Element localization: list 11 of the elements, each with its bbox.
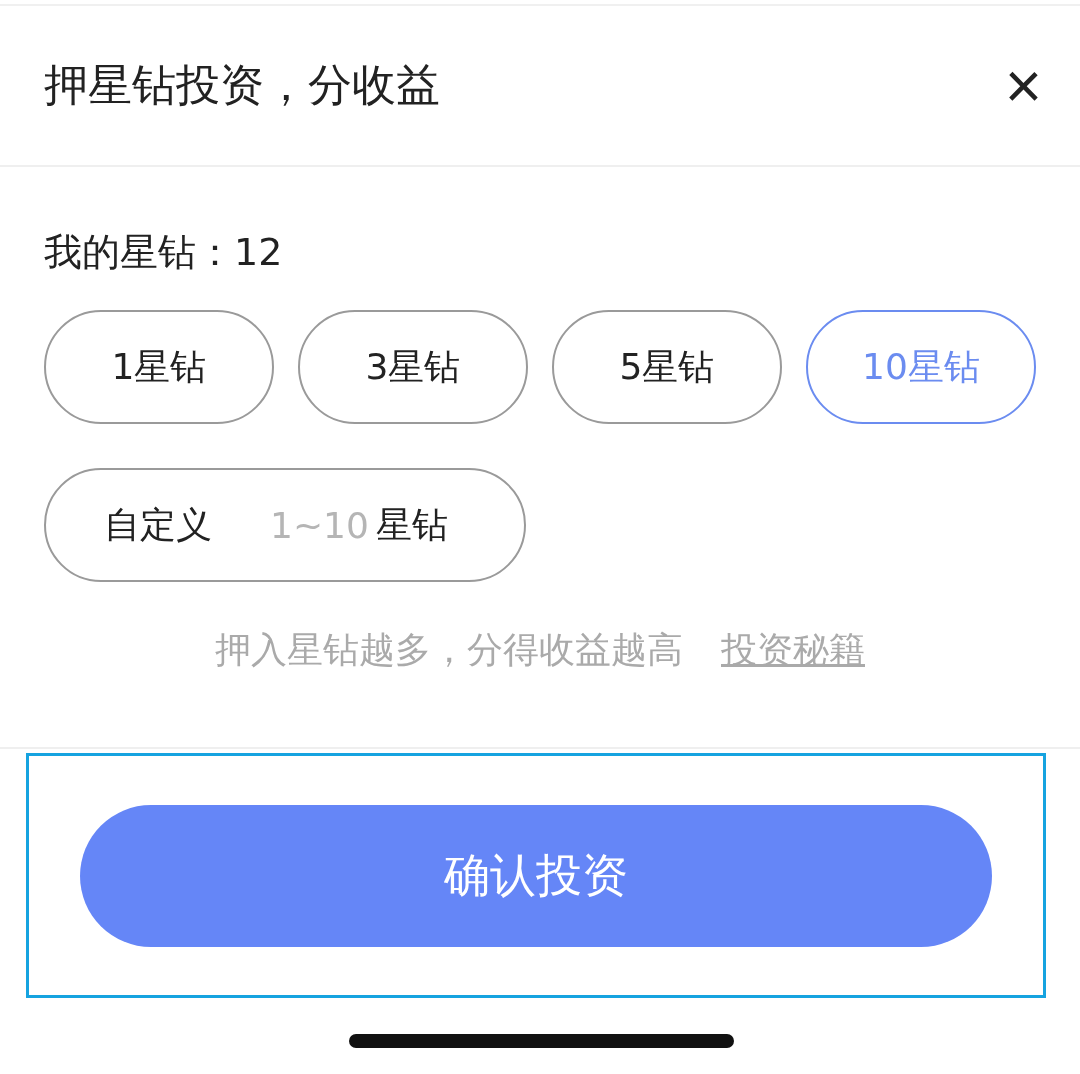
amount-option[interactable]: 3星钻 <box>298 310 528 424</box>
hint-text: 押入星钻越多，分得收益越高 <box>215 628 683 672</box>
amount-input[interactable]: 1~10 <box>270 504 370 546</box>
close-button[interactable]: × <box>1004 53 1042 118</box>
amount-option[interactable]: 5星钻 <box>552 310 782 424</box>
custom-label: 自定义 <box>104 502 212 547</box>
balance-label: 我的星钻：12 <box>44 229 284 276</box>
amount-option[interactable]: 1星钻 <box>44 310 274 424</box>
sheet-title: 押星钻投资，分收益 <box>44 58 440 112</box>
home-indicator[interactable] <box>348 1034 734 1048</box>
unit-label: 星钻 <box>376 502 448 547</box>
